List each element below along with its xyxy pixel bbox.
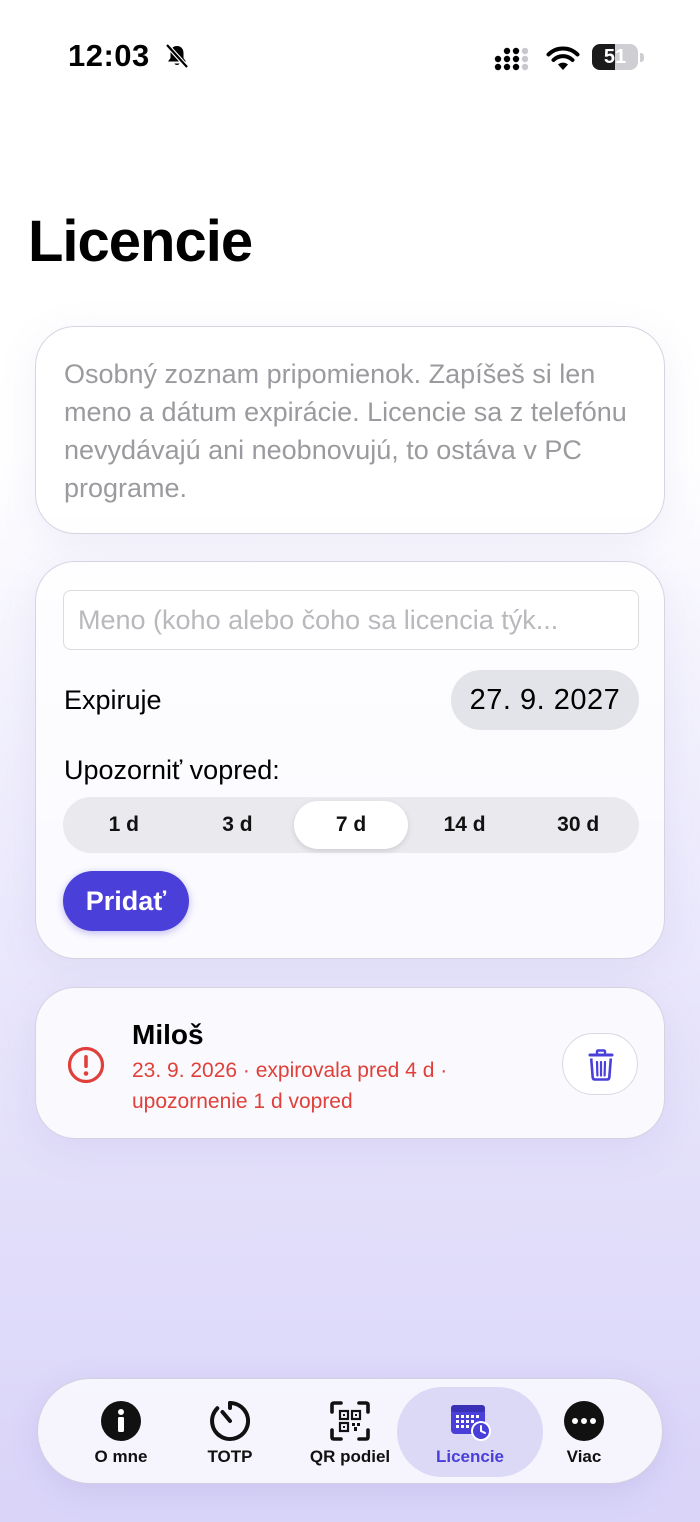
notify-segmented-control: 1 d 3 d 7 d 14 d 30 d — [63, 797, 639, 853]
tab-viac[interactable]: Viac — [511, 1387, 657, 1477]
notify-label: Upozorniť vopred: — [64, 755, 280, 785]
license-name: Miloš — [132, 1019, 204, 1050]
notify-option-30d[interactable]: 30 d — [521, 801, 635, 849]
delete-button[interactable] — [562, 1033, 638, 1095]
more-icon — [564, 1401, 604, 1441]
notify-option-14d[interactable]: 14 d — [408, 801, 522, 849]
license-detail: 23. 9. 2026 · expirovala pred 4 d · upoz… — [132, 1059, 448, 1113]
page-title: Licencie — [28, 209, 253, 274]
battery-indicator: 51 — [592, 44, 644, 70]
wifi-icon — [546, 46, 580, 70]
tab-label: Viac — [566, 1447, 602, 1466]
license-list-item: Miloš 23. 9. 2026 · expirovala pred 4 d … — [35, 987, 665, 1139]
tab-bar: O mne TOTP QR podiel Licencie Viac — [37, 1378, 663, 1484]
expire-date-picker[interactable]: 27. 9. 2027 — [451, 670, 639, 730]
expire-label: Expiruje — [64, 685, 162, 715]
calendar-clock-icon — [451, 1405, 491, 1441]
status-time: 12:03 — [68, 38, 150, 73]
alert-circle-icon — [67, 1046, 105, 1084]
info-card: Osobný zoznam pripomienok. Zapíšeš si le… — [35, 326, 665, 534]
qr-scan-icon — [330, 1401, 370, 1441]
add-button[interactable]: Pridať — [63, 871, 189, 931]
notify-option-1d[interactable]: 1 d — [67, 801, 181, 849]
notify-option-7d[interactable]: 7 d — [294, 801, 408, 849]
trash-icon — [588, 1049, 614, 1081]
notify-option-3d[interactable]: 3 d — [181, 801, 295, 849]
bell-muted-icon — [165, 43, 189, 69]
cellular-signal-icon — [494, 47, 529, 71]
info-icon — [101, 1401, 141, 1441]
battery-percent: 51 — [603, 46, 627, 68]
info-text: Osobný zoznam pripomienok. Zapíšeš si le… — [64, 359, 627, 503]
status-bar: 12:03 51 — [0, 0, 700, 110]
timer-icon — [210, 1400, 251, 1441]
add-license-form: Expiruje 27. 9. 2027 Upozorniť vopred: 1… — [35, 561, 665, 959]
name-input[interactable] — [63, 590, 639, 650]
